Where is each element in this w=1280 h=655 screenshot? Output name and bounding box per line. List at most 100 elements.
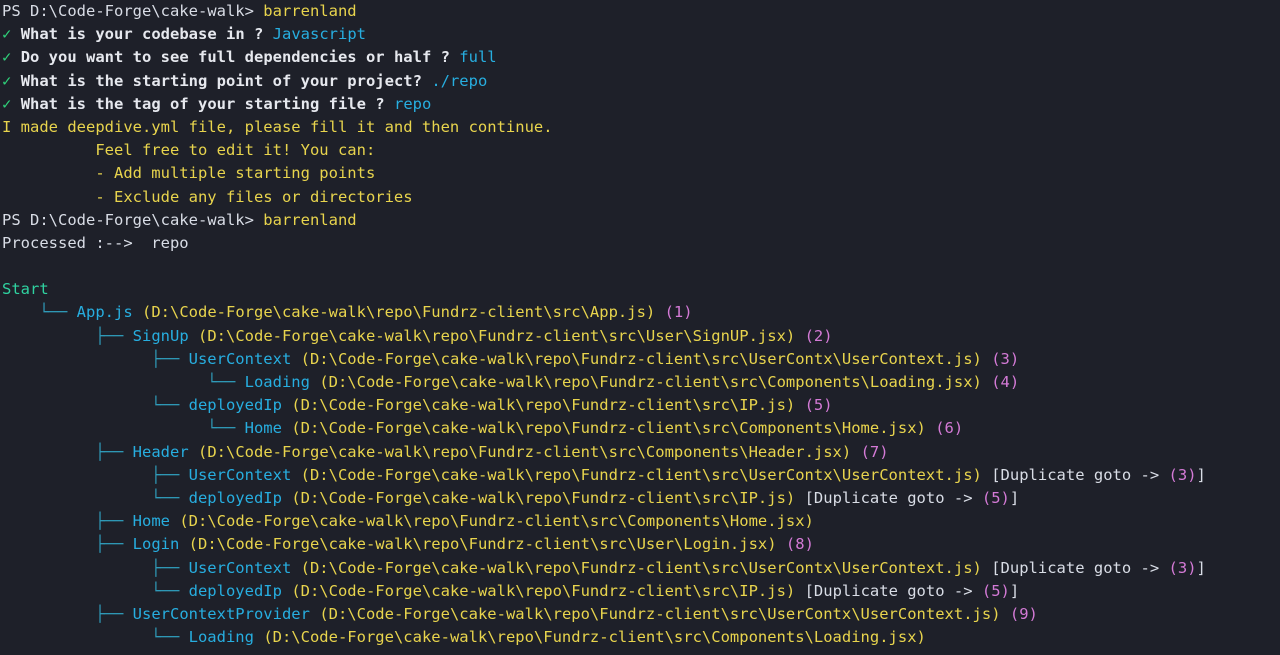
duplicate-note-end: ] bbox=[1196, 465, 1206, 484]
tree-branch: └── bbox=[2, 396, 189, 415]
tree-row: ├── UserContext (D:\Code-Forge\cake-walk… bbox=[2, 348, 1280, 371]
dependency-index: (1) bbox=[664, 303, 693, 322]
tree-row: ├── UserContextProvider (D:\Code-Forge\c… bbox=[2, 603, 1280, 626]
tree-branch: └── bbox=[2, 628, 189, 647]
tree-branch: ├── bbox=[2, 442, 133, 461]
prompt-line: PS D:\Code-Forge\cake-walk> barrenland bbox=[2, 0, 1280, 23]
dependency-index: (4) bbox=[991, 373, 1020, 391]
tree-row: └── Home (D:\Code-Forge\cake-walk\repo\F… bbox=[2, 417, 1280, 440]
answer-text: full bbox=[459, 48, 497, 67]
dependency-path: (D:\Code-Forge\cake-walk\repo\Fundrz-cli… bbox=[319, 604, 1001, 623]
duplicate-index: (3) bbox=[1168, 465, 1197, 484]
duplicate-index: (5) bbox=[981, 488, 1010, 507]
check-icon: ✓ bbox=[2, 25, 12, 44]
dependency-path: (D:\Code-Forge\cake-walk\repo\Fundrz-cli… bbox=[319, 373, 982, 391]
tree-row: ├── Login (D:\Code-Forge\cake-walk\repo\… bbox=[2, 533, 1280, 556]
question-line: ✓ What is the tag of your starting file … bbox=[2, 93, 1280, 116]
answer-text: repo bbox=[393, 94, 432, 113]
tree-branch: ├── bbox=[2, 349, 189, 368]
dependency-index: (3) bbox=[991, 349, 1020, 368]
tree-branch: ├── bbox=[2, 604, 133, 623]
duplicate-note: [Duplicate goto -> bbox=[804, 581, 982, 600]
tree-branch: └── bbox=[2, 303, 77, 322]
question-text: What is the starting point of your proje… bbox=[20, 71, 422, 90]
duplicate-note: [Duplicate goto -> bbox=[991, 465, 1169, 484]
tree-row: ├── UserContext (D:\Code-Forge\cake-walk… bbox=[2, 464, 1280, 487]
duplicate-note-end: ] bbox=[1196, 558, 1206, 577]
processed-text: Processed :--> repo bbox=[2, 233, 189, 252]
question-text: What is your codebase in ? bbox=[20, 25, 264, 44]
dependency-name: UserContext bbox=[188, 465, 292, 484]
dependency-path: (D:\Code-Forge\cake-walk\repo\Fundrz-cli… bbox=[188, 535, 777, 554]
tree-branch: └── bbox=[2, 581, 189, 600]
dependency-path: (D:\Code-Forge\cake-walk\repo\Fundrz-cli… bbox=[300, 465, 982, 484]
tree-branch: ├── bbox=[2, 535, 133, 554]
dependency-path: (D:\Code-Forge\cake-walk\repo\Fundrz-cli… bbox=[142, 303, 656, 322]
tree-branch: └── bbox=[2, 419, 245, 438]
answer-text: ./repo bbox=[431, 71, 488, 90]
terminal-window[interactable]: PS D:\Code-Forge\cake-walk> barrenland ✓… bbox=[0, 0, 1280, 655]
tree-row: ├── SignUp (D:\Code-Forge\cake-walk\repo… bbox=[2, 325, 1280, 348]
tree-row: ├── Header (D:\Code-Forge\cake-walk\repo… bbox=[2, 441, 1280, 464]
dependency-name: deployedIp bbox=[188, 396, 282, 415]
dependency-name: UserContext bbox=[188, 558, 292, 577]
tree-row: └── Loading (D:\Code-Forge\cake-walk\rep… bbox=[2, 626, 1280, 649]
dependency-index: (9) bbox=[1009, 604, 1038, 623]
dependency-name: Login bbox=[132, 535, 180, 554]
notice-line: - Add multiple starting points bbox=[2, 164, 376, 183]
tree-branch: ├── bbox=[2, 558, 189, 577]
prompt-line: PS D:\Code-Forge\cake-walk> barrenland bbox=[2, 209, 1280, 232]
dependency-path: (D:\Code-Forge\cake-walk\repo\Fundrz-cli… bbox=[300, 558, 982, 577]
question-line: ✓ Do you want to see full dependencies o… bbox=[2, 46, 1280, 69]
tree-row: ├── Home (D:\Code-Forge\cake-walk\repo\F… bbox=[2, 510, 1280, 533]
dependency-index: (2) bbox=[804, 326, 833, 345]
command-text: barrenland bbox=[263, 210, 357, 229]
dependency-tree: └── App.js (D:\Code-Forge\cake-walk\repo… bbox=[2, 301, 1280, 649]
tree-row: └── deployedIp (D:\Code-Forge\cake-walk\… bbox=[2, 487, 1280, 510]
prompt-text: PS D:\Code-Forge\cake-walk> bbox=[2, 2, 264, 20]
dependency-index: (6) bbox=[935, 419, 964, 438]
question-line: ✓ What is your codebase in ? Javascript bbox=[2, 23, 1280, 46]
dependency-path: (D:\Code-Forge\cake-walk\repo\Fundrz-cli… bbox=[179, 512, 814, 531]
duplicate-note: [Duplicate goto -> bbox=[804, 488, 982, 507]
dependency-path: (D:\Code-Forge\cake-walk\repo\Fundrz-cli… bbox=[291, 419, 926, 438]
duplicate-note-end: ] bbox=[1009, 581, 1020, 600]
tree-branch: └── bbox=[2, 488, 189, 507]
dependency-name: deployedIp bbox=[188, 488, 282, 507]
dependency-name: Loading bbox=[244, 373, 310, 391]
check-icon: ✓ bbox=[2, 94, 12, 113]
tree-row: └── deployedIp (D:\Code-Forge\cake-walk\… bbox=[2, 580, 1280, 603]
duplicate-note-end: ] bbox=[1009, 488, 1020, 507]
notice-line: Feel free to edit it! You can: bbox=[2, 141, 376, 160]
start-label: Start bbox=[2, 280, 49, 299]
dependency-name: UserContext bbox=[188, 349, 292, 368]
dependency-index: (8) bbox=[785, 535, 814, 554]
dependency-name: deployedIp bbox=[188, 581, 282, 600]
dependency-name: Header bbox=[132, 442, 189, 461]
duplicate-index: (5) bbox=[981, 581, 1010, 600]
dependency-name: Home bbox=[244, 419, 282, 438]
dependency-path: (D:\Code-Forge\cake-walk\repo\Fundrz-cli… bbox=[300, 349, 982, 368]
duplicate-note: [Duplicate goto -> bbox=[991, 558, 1169, 577]
tree-row: └── Loading (D:\Code-Forge\cake-walk\rep… bbox=[2, 371, 1280, 394]
question-text: What is the tag of your starting file ? bbox=[20, 94, 385, 113]
dependency-path: (D:\Code-Forge\cake-walk\repo\Fundrz-cli… bbox=[291, 488, 796, 507]
prompt-text: PS D:\Code-Forge\cake-walk> bbox=[2, 210, 264, 229]
tree-branch: ├── bbox=[2, 465, 189, 484]
tree-branch: ├── bbox=[2, 326, 133, 345]
tree-row: └── deployedIp (D:\Code-Forge\cake-walk\… bbox=[2, 394, 1280, 417]
check-icon: ✓ bbox=[2, 71, 12, 90]
dependency-path: (D:\Code-Forge\cake-walk\repo\Fundrz-cli… bbox=[198, 442, 852, 461]
dependency-index: (7) bbox=[860, 442, 889, 461]
check-icon: ✓ bbox=[2, 48, 12, 67]
answer-text: Javascript bbox=[272, 25, 366, 44]
tree-branch: ├── bbox=[2, 512, 133, 531]
dependency-path: (D:\Code-Forge\cake-walk\repo\Fundrz-cli… bbox=[198, 326, 796, 345]
command-text: barrenland bbox=[263, 2, 357, 20]
dependency-path: (D:\Code-Forge\cake-walk\repo\Fundrz-cli… bbox=[263, 628, 926, 647]
dependency-path: (D:\Code-Forge\cake-walk\repo\Fundrz-cli… bbox=[291, 396, 796, 415]
duplicate-index: (3) bbox=[1168, 558, 1197, 577]
dependency-name: UserContextProvider bbox=[132, 604, 310, 623]
dependency-path: (D:\Code-Forge\cake-walk\repo\Fundrz-cli… bbox=[291, 581, 796, 600]
